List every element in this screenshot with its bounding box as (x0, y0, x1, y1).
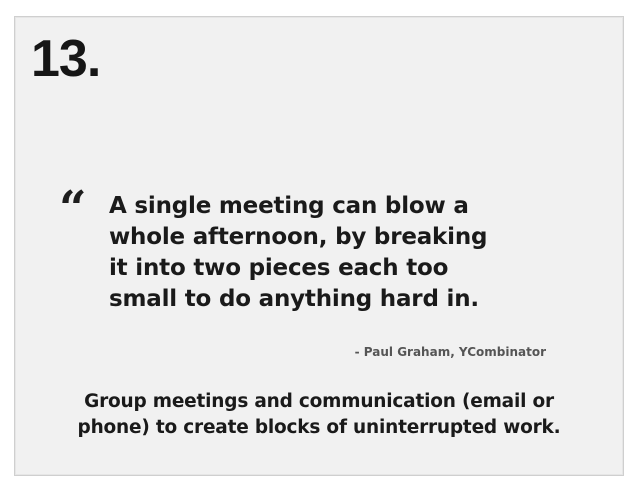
slide: 13. “ A single meeting can blow a whole … (14, 16, 624, 476)
takeaway-line: phone) to create blocks of uninterrupted… (77, 417, 561, 438)
quote-line: it into two pieces each too (109, 255, 449, 281)
quote-line: A single meeting can blow a (109, 193, 469, 219)
takeaway-line: Group meetings and communication (email … (84, 391, 554, 412)
quote-mark-icon: “ (59, 181, 87, 237)
quote-text: A single meeting can blow a whole aftern… (109, 191, 579, 315)
quote-attribution: - Paul Graham, YCombinator (354, 345, 546, 359)
slide-number: 13. (31, 30, 101, 88)
takeaway-text: Group meetings and communication (email … (29, 389, 609, 441)
quote-line: whole afternoon, by breaking (109, 224, 488, 250)
quote-line: small to do anything hard in. (109, 286, 479, 312)
